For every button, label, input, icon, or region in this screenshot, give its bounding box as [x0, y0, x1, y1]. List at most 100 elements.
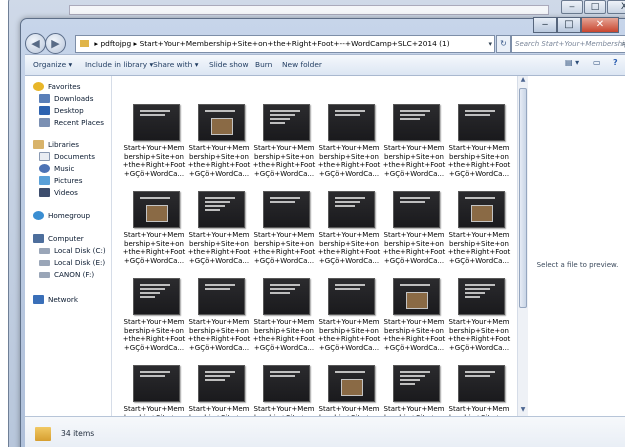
drive-icon [39, 259, 50, 266]
drive-icon [39, 247, 50, 254]
file-item[interactable]: Start+Your+Mem bership+Site+on +the+Righ… [446, 96, 512, 181]
thumbnail-text-line [140, 371, 170, 373]
thumbnail-text-line [400, 284, 430, 286]
maximize-button[interactable]: □ [557, 17, 581, 33]
burn-button[interactable]: Burn [255, 55, 272, 75]
background-maximize-button[interactable]: □ [584, 0, 606, 14]
file-item[interactable]: Start+Your+Mem bership+Site+on +the+Righ… [381, 357, 447, 416]
file-item[interactable]: Start+Your+Mem bership+Site+on +the+Righ… [316, 357, 382, 416]
file-label: Start+Your+Mem bership+Site+on +the+Righ… [317, 318, 381, 352]
close-button[interactable]: ✕ [581, 17, 619, 33]
preview-pane-button[interactable]: ▭ [593, 58, 601, 67]
network-icon [33, 295, 44, 304]
nav-homegroup[interactable]: Homegroup [33, 211, 90, 220]
nav-label: CANON (F:) [54, 270, 95, 279]
thumbnail-text-line [400, 375, 425, 377]
nav-desktop[interactable]: Desktop [39, 106, 84, 115]
file-item[interactable]: Start+Your+Mem bership+Site+on +the+Righ… [186, 357, 252, 416]
search-input[interactable]: Search Start+Your+Membership+Site... ⌕ [511, 35, 625, 53]
address-bar[interactable]: ▸ pdftojpg ▸ Start+Your+Membership+Site+… [75, 35, 495, 53]
forward-button[interactable]: ▶ [45, 33, 66, 54]
search-icon[interactable]: ⌕ [622, 36, 625, 52]
nav-label: Local Disk (C:) [54, 246, 106, 255]
share-with-menu[interactable]: Share with ▾ [153, 55, 198, 75]
background-caption-buttons: ‒ □ X [560, 0, 625, 14]
slide-thumbnail [393, 365, 440, 402]
downloads-icon [39, 94, 50, 103]
thumbnail-text-line [465, 288, 490, 290]
thumbnail-text-line [205, 209, 220, 211]
new-folder-button[interactable]: New folder [282, 55, 322, 75]
nav-music[interactable]: Music [39, 164, 74, 173]
back-button[interactable]: ◀ [25, 33, 46, 54]
thumbnail-text-line [270, 122, 285, 124]
file-item[interactable]: Start+Your+Mem bership+Site+on +the+Righ… [446, 270, 512, 355]
thumbnail-text-line [335, 114, 360, 116]
nav-libraries[interactable]: Libraries [33, 140, 79, 149]
file-item[interactable]: Start+Your+Mem bership+Site+on +the+Righ… [316, 270, 382, 355]
nav-downloads[interactable]: Downloads [39, 94, 93, 103]
organize-menu[interactable]: Organize ▾ [33, 55, 72, 75]
slide-show-button[interactable]: Slide show [209, 55, 249, 75]
scroll-down-icon[interactable]: ▼ [518, 406, 528, 416]
file-item[interactable]: Start+Your+Mem bership+Site+on +the+Righ… [446, 183, 512, 268]
nav-label: Local Disk (E:) [54, 258, 106, 267]
file-item[interactable]: Start+Your+Mem bership+Site+on +the+Righ… [121, 270, 187, 355]
help-button[interactable]: ? [613, 58, 618, 67]
nav-local-disk-c[interactable]: Local Disk (C:) [39, 246, 106, 255]
navigation-bar: ◀ ▶ ▸ pdftojpg ▸ Start+Your+Membership+S… [25, 33, 625, 55]
nav-local-disk-e[interactable]: Local Disk (E:) [39, 258, 105, 267]
thumbnail-text-line [270, 114, 295, 116]
file-item[interactable]: Start+Your+Mem bership+Site+on +the+Righ… [381, 183, 447, 268]
slide-thumbnail [458, 104, 505, 141]
vertical-scrollbar[interactable]: ▲ ▼ [517, 76, 528, 416]
file-item[interactable]: Start+Your+Mem bership+Site+on +the+Righ… [186, 270, 252, 355]
file-item[interactable]: Start+Your+Mem bership+Site+on +the+Righ… [381, 270, 447, 355]
nav-canon[interactable]: CANON (F:) [39, 270, 94, 279]
address-dropdown-icon[interactable]: ▾ [488, 36, 492, 52]
file-item[interactable]: Start+Your+Mem bership+Site+on +the+Righ… [186, 183, 252, 268]
desktop: ‒ □ X ‒ □ ✕ ◀ ▶ ▸ pdftojpg ▸ Start+Your+… [0, 0, 625, 447]
nav-computer[interactable]: Computer [33, 234, 84, 243]
slide-thumbnail [328, 191, 375, 228]
file-item[interactable]: Start+Your+Mem bership+Site+on +the+Righ… [251, 183, 317, 268]
nav-pictures[interactable]: Pictures [39, 176, 82, 185]
nav-documents[interactable]: Documents [39, 152, 95, 161]
minimize-button[interactable]: ‒ [533, 17, 557, 33]
file-item[interactable]: Start+Your+Mem bership+Site+on +the+Righ… [381, 96, 447, 181]
file-item[interactable]: Start+Your+Mem bership+Site+on +the+Righ… [316, 96, 382, 181]
thumbnail-text-line [335, 284, 365, 286]
file-item[interactable]: Start+Your+Mem bership+Site+on +the+Righ… [121, 96, 187, 181]
background-close-button[interactable]: X [607, 0, 625, 14]
thumbnail-photo [146, 205, 168, 222]
include-in-library-menu[interactable]: Include in library ▾ [85, 55, 153, 75]
thumbnail-text-line [205, 110, 235, 112]
nav-label: Recent Places [54, 118, 104, 127]
scrollbar-thumb[interactable] [519, 88, 527, 308]
nav-videos[interactable]: Videos [39, 188, 78, 197]
thumbnail-text-line [400, 118, 420, 120]
file-item[interactable]: Start+Your+Mem bership+Site+on +the+Righ… [251, 96, 317, 181]
pictures-icon [39, 176, 50, 185]
thumbnail-text-line [205, 371, 235, 373]
nav-network[interactable]: Network [33, 295, 78, 304]
file-item[interactable]: Start+Your+Mem bership+Site+on +the+Righ… [316, 183, 382, 268]
breadcrumb-current-folder[interactable]: Start+Your+Membership+Site+on+the+Right+… [140, 39, 450, 48]
file-item[interactable]: Start+Your+Mem bership+Site+on +the+Righ… [121, 183, 187, 268]
scroll-up-icon[interactable]: ▲ [518, 76, 528, 86]
change-view-button[interactable]: ▤ ▾ [565, 58, 579, 67]
file-item[interactable]: Start+Your+Mem bership+Site+on +the+Righ… [251, 270, 317, 355]
breadcrumb-pdftojpg[interactable]: pdftojpg [100, 39, 131, 48]
file-item[interactable]: Start+Your+Mem bership+Site+on +the+Righ… [121, 357, 187, 416]
thumbnail-text-line [465, 292, 485, 294]
refresh-button[interactable]: ↻ [496, 35, 511, 53]
thumbnail-text-line [335, 201, 360, 203]
file-item[interactable]: Start+Your+Mem bership+Site+on +the+Righ… [251, 357, 317, 416]
thumbnail-text-line [335, 288, 360, 290]
slide-thumbnail [198, 278, 245, 315]
background-minimize-button[interactable]: ‒ [561, 0, 583, 14]
nav-recent-places[interactable]: Recent Places [39, 118, 104, 127]
file-item[interactable]: Start+Your+Mem bership+Site+on +the+Righ… [186, 96, 252, 181]
nav-favorites[interactable]: Favorites [33, 82, 80, 91]
file-item[interactable]: Start+Your+Mem bership+Site+on +the+Righ… [446, 357, 512, 416]
